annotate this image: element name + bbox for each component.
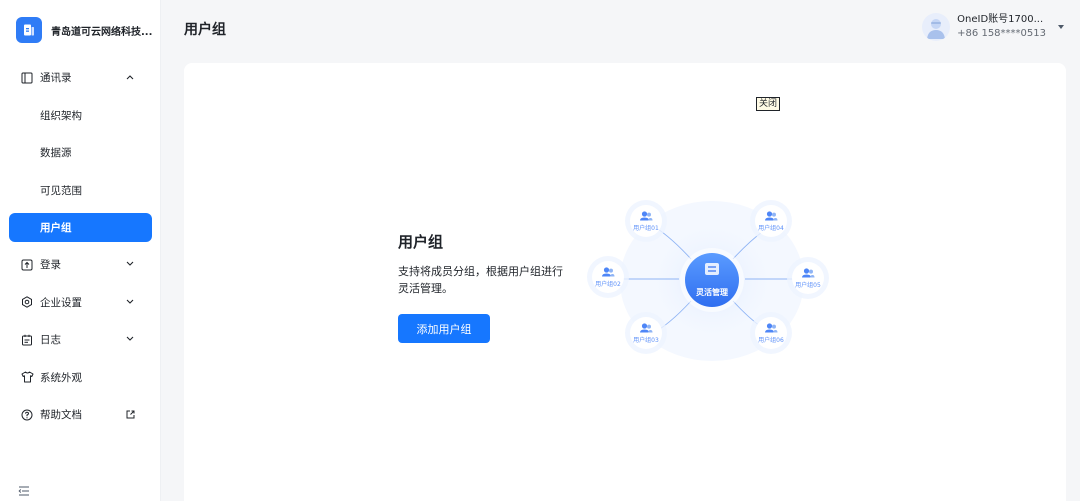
settings-icon — [20, 295, 34, 309]
contacts-icon — [20, 71, 34, 85]
user-menu[interactable]: OneID账号1700... +86 158****0513 — [922, 13, 1064, 41]
sidebar-item-label: 帮助文档 — [40, 409, 82, 422]
chevron-down-icon — [125, 334, 135, 344]
chevron-down-icon — [125, 259, 135, 269]
sidebar-item-login[interactable]: 登录 — [0, 246, 161, 284]
log-icon — [20, 333, 34, 347]
main-card: 关闭 用户组 支持将成员分组，根据用户组进行灵活管理。 添加用户组 灵活管理 用… — [184, 63, 1066, 501]
sidebar-item-help-docs[interactable]: 帮助文档 — [0, 396, 161, 434]
chevron-up-icon — [125, 72, 135, 82]
sidebar-item-user-groups[interactable]: 用户组 — [9, 213, 152, 242]
group-node-label: 用户组06 — [758, 336, 784, 344]
group-node-05: 用户组05 — [787, 257, 829, 299]
help-icon — [20, 408, 34, 422]
group-node-label: 用户组02 — [595, 280, 621, 288]
group-node-03: 用户组03 — [625, 312, 667, 354]
external-link-icon — [125, 409, 135, 419]
sidebar-item-org-structure[interactable]: 组织架构 — [0, 97, 161, 135]
org-name: 青岛道可云网络科技... — [51, 26, 153, 38]
center-node-core — [685, 253, 739, 307]
sidebar-item-appearance[interactable]: 系统外观 — [0, 359, 161, 397]
chevron-down-icon — [125, 297, 135, 307]
sidebar-item-label: 登录 — [40, 259, 61, 272]
intro-title: 用户组 — [398, 233, 444, 251]
sidebar-item-label: 可见范围 — [40, 184, 82, 197]
login-icon — [20, 258, 34, 272]
sidebar-nav: 通讯录 组织架构 数据源 可见范围 用户组 登录 企业设置 日志 系统外观 帮助… — [0, 59, 161, 434]
sidebar-item-visibility[interactable]: 可见范围 — [0, 172, 161, 210]
org-switcher[interactable]: 青岛道可云网络科技... — [16, 16, 152, 44]
sidebar-item-data-source[interactable]: 数据源 — [0, 134, 161, 172]
sidebar-item-label: 通讯录 — [40, 72, 72, 85]
group-node-label: 用户组01 — [633, 224, 659, 232]
sidebar-item-label: 数据源 — [40, 147, 72, 160]
sidebar-item-label: 系统外观 — [40, 371, 82, 384]
user-info: OneID账号1700... +86 158****0513 — [957, 13, 1046, 41]
collapse-sidebar-icon[interactable] — [18, 482, 30, 496]
sidebar-item-label: 企业设置 — [40, 296, 82, 309]
add-user-group-button[interactable]: 添加用户组 — [398, 314, 490, 343]
group-node-label: 用户组03 — [633, 336, 659, 344]
center-label: 灵活管理 — [695, 287, 728, 297]
intro-section: 用户组 支持将成员分组，根据用户组进行灵活管理。 添加用户组 — [398, 231, 568, 343]
intro-description: 支持将成员分组，根据用户组进行灵活管理。 — [398, 265, 563, 295]
group-node-02: 用户组02 — [587, 256, 629, 298]
user-group-diagram: 灵活管理 用户组01 用户组02 用户组03 用户组04 用户组05 用户组06 — [587, 200, 829, 361]
group-node-label: 用户组05 — [795, 281, 821, 289]
list-icon — [705, 263, 719, 275]
sidebar: 青岛道可云网络科技... 通讯录 组织架构 数据源 可见范围 用户组 登录 企业… — [0, 0, 161, 501]
close-button[interactable]: 关闭 — [756, 97, 781, 111]
group-node-01: 用户组01 — [625, 200, 667, 242]
user-name: OneID账号1700... — [957, 14, 1044, 25]
sidebar-item-label: 组织架构 — [40, 109, 82, 122]
sidebar-item-contacts[interactable]: 通讯录 — [0, 59, 161, 97]
user-phone: +86 158****0513 — [957, 28, 1046, 39]
sidebar-item-logs[interactable]: 日志 — [0, 321, 161, 359]
caret-down-icon — [1058, 25, 1064, 29]
org-logo-icon — [16, 17, 42, 43]
shirt-icon — [20, 370, 34, 384]
avatar — [922, 13, 951, 41]
group-node-label: 用户组04 — [758, 224, 784, 232]
group-node-06: 用户组06 — [750, 312, 792, 354]
group-node-04: 用户组04 — [750, 200, 792, 242]
page-title: 用户组 — [184, 22, 226, 38]
sidebar-item-enterprise-settings[interactable]: 企业设置 — [0, 284, 161, 322]
sidebar-item-label: 用户组 — [40, 222, 72, 234]
sidebar-item-label: 日志 — [40, 334, 61, 347]
